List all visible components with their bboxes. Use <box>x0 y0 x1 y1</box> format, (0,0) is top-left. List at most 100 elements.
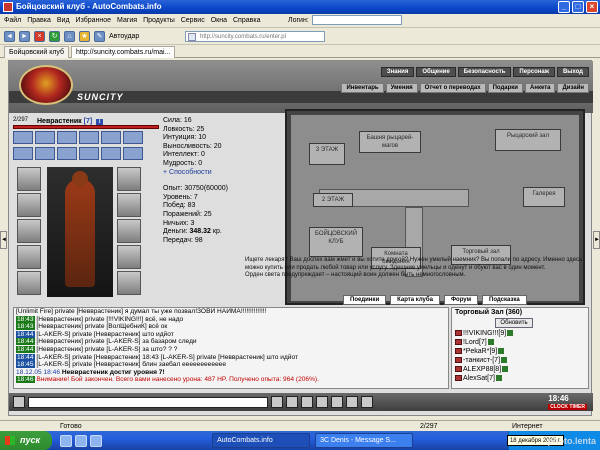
info-icon[interactable] <box>498 348 505 355</box>
mail-icon[interactable] <box>90 434 103 447</box>
armor-slot[interactable] <box>17 219 41 243</box>
right-panel-toggle[interactable]: ► <box>593 231 600 249</box>
user-row[interactable]: *PekaR*[9] <box>455 347 588 356</box>
menu-item-windows[interactable]: Окна <box>211 17 227 24</box>
chat-time[interactable]: 18:44 <box>16 330 35 338</box>
menu-item-help[interactable]: Справка <box>233 17 260 24</box>
menu-item-service[interactable]: Сервис <box>181 17 205 24</box>
chat-input[interactable] <box>28 396 268 408</box>
spell-slot[interactable] <box>123 147 143 160</box>
stop-icon[interactable]: × <box>34 31 45 42</box>
user-row[interactable]: AlexSat[7] <box>455 374 588 383</box>
spell-slot[interactable] <box>13 147 33 160</box>
menu-item-magic[interactable]: Магия <box>117 17 137 24</box>
info-icon[interactable] <box>502 366 509 373</box>
login-field[interactable] <box>311 15 402 25</box>
link-chat[interactable]: Общение <box>416 67 456 77</box>
chat-time[interactable]: 18:43 <box>16 323 35 331</box>
spell-slot[interactable] <box>13 131 33 144</box>
chat-time[interactable]: 18:44 <box>16 345 35 353</box>
translit-icon[interactable] <box>331 396 343 408</box>
send-icon[interactable] <box>271 396 283 408</box>
fights-button[interactable]: Поединки <box>343 295 387 305</box>
chat-time[interactable]: 18:44 <box>16 338 35 346</box>
user-row[interactable]: !Lord[7] <box>455 338 588 347</box>
menu-item-view[interactable]: Вид <box>57 17 70 24</box>
forward-icon[interactable]: ► <box>19 31 30 42</box>
link-knowledge[interactable]: Знания <box>380 67 415 77</box>
spell-slot[interactable] <box>123 131 143 144</box>
spell-slot[interactable] <box>57 131 77 144</box>
refresh-icon[interactable]: ↻ <box>49 31 60 42</box>
address-bar[interactable]: http://suncity.combats.ru/enter.pl <box>185 31 325 42</box>
chat-time[interactable]: 18:45 <box>16 361 35 369</box>
clear-icon[interactable] <box>286 396 298 408</box>
link-exit[interactable]: Выход <box>556 67 589 77</box>
menu-item-favorites[interactable]: Избранное <box>76 17 111 24</box>
home-icon[interactable]: ⌂ <box>64 31 75 42</box>
browser-icon[interactable] <box>75 434 88 447</box>
start-button[interactable]: пуск <box>0 431 53 450</box>
info-icon[interactable] <box>501 357 508 364</box>
link-skills[interactable]: Умения <box>385 83 418 93</box>
tab-fight-club[interactable]: Бойцовский клуб <box>4 46 70 58</box>
maximize-button[interactable]: □ <box>572 1 584 13</box>
shield-slot[interactable] <box>117 219 141 243</box>
back-icon[interactable]: ◄ <box>4 31 15 42</box>
user-name[interactable]: ALEXP88[8] <box>463 366 501 373</box>
minimize-button[interactable]: _ <box>558 1 570 13</box>
scroll-icon[interactable] <box>346 396 358 408</box>
leggings-slot[interactable] <box>117 245 141 269</box>
user-row[interactable]: !!!VIKING!!![9] <box>455 329 588 338</box>
map-room-floor2[interactable]: 2 ЭТАЖ <box>313 193 353 207</box>
map-room-knights-tower[interactable]: Башня рыцарей-магов <box>359 131 421 153</box>
user-name[interactable]: AlexSat[7] <box>463 375 495 382</box>
info-icon[interactable] <box>487 339 494 346</box>
user-row[interactable]: ALEXP88[8] <box>455 365 588 374</box>
autocomplete-button[interactable]: Автоудар <box>109 33 139 40</box>
menu-item-products[interactable]: Продукты <box>143 17 175 24</box>
spell-slot[interactable] <box>101 147 121 160</box>
exit-icon[interactable] <box>361 396 373 408</box>
favorites-icon[interactable]: ★ <box>79 31 90 42</box>
hint-button[interactable]: Подсказка <box>482 295 527 305</box>
user-name[interactable]: !!!VIKING!!![9] <box>463 330 506 337</box>
menu-item-edit[interactable]: Правка <box>27 17 51 24</box>
chat-time[interactable]: 18:44 <box>16 353 35 361</box>
ring-slot[interactable] <box>17 271 41 295</box>
abilities-link[interactable]: + Способности <box>163 169 283 178</box>
weapon-slot[interactable] <box>17 193 41 217</box>
filter-icon[interactable] <box>301 396 313 408</box>
user-name[interactable]: -танкист-[7] <box>463 357 500 364</box>
forum-button[interactable]: Форум <box>443 295 479 305</box>
task-message[interactable]: 3C Denis - Message S... <box>315 433 414 448</box>
smiley-icon[interactable] <box>13 396 25 408</box>
spell-slot[interactable] <box>35 147 55 160</box>
spell-slot[interactable] <box>79 131 99 144</box>
link-design[interactable]: Дизайн <box>557 83 589 93</box>
task-autocombats[interactable]: AutoCombats.info <box>212 433 311 448</box>
tab-suncity[interactable]: http://suncity.combats.ru/mai... <box>71 46 176 58</box>
spell-slot[interactable] <box>101 131 121 144</box>
info-icon[interactable] <box>495 375 502 382</box>
user-name[interactable]: !Lord[7] <box>463 339 487 346</box>
close-button[interactable]: × <box>586 1 598 13</box>
spell-slot[interactable] <box>35 131 55 144</box>
left-panel-toggle[interactable]: ◄ <box>0 231 7 249</box>
link-inventory[interactable]: Инвентарь <box>341 83 384 93</box>
spell-slot[interactable] <box>57 147 77 160</box>
refresh-button[interactable]: Обновить <box>495 318 533 328</box>
sound-icon[interactable] <box>316 396 328 408</box>
link-character[interactable]: Персонаж <box>513 67 555 77</box>
map-room-fight-club[interactable]: БОЙЦОВСКИЙ КЛУБ <box>309 227 363 257</box>
helmet-slot[interactable] <box>17 167 41 191</box>
boots-slot[interactable] <box>117 271 141 295</box>
chat-time[interactable]: 18:46 <box>16 376 35 384</box>
desktop-icon[interactable] <box>60 434 73 447</box>
map-room-knight-hall[interactable]: Рыцарский зал <box>495 129 561 151</box>
link-gifts[interactable]: Подарки <box>487 83 523 93</box>
info-icon[interactable] <box>507 330 514 337</box>
settings-icon[interactable]: ✎ <box>94 31 105 42</box>
map-room-floor3[interactable]: 3 ЭТАЖ <box>309 143 345 165</box>
link-profile[interactable]: Анкета <box>524 83 556 93</box>
